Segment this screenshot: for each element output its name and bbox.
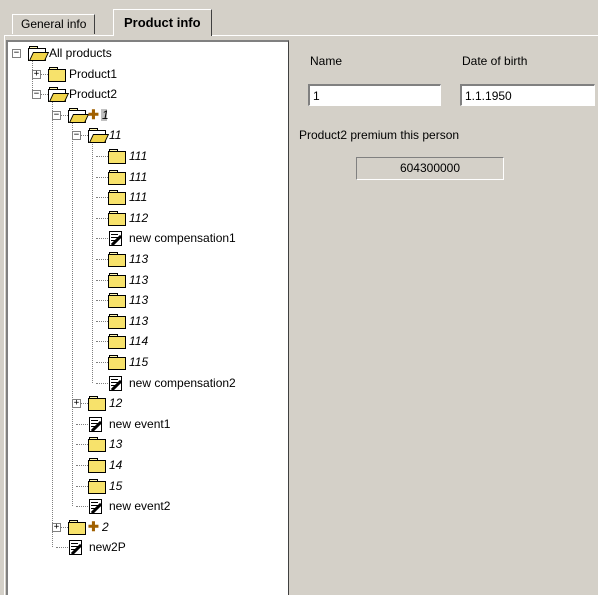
tree-node-label[interactable]: All products xyxy=(49,46,112,60)
tree-node-label[interactable]: 111 xyxy=(129,190,147,204)
tree-node-label[interactable]: new2P xyxy=(89,540,126,554)
expand-button[interactable]: + xyxy=(72,399,81,409)
edit-document-icon xyxy=(108,230,124,247)
edit-document-icon xyxy=(88,498,104,515)
folder-icon xyxy=(108,333,126,350)
edit-document-icon xyxy=(68,539,84,556)
premium-label: Product2 premium this person xyxy=(299,128,460,142)
folder-icon xyxy=(88,478,106,494)
tree-node-label[interactable]: new compensation2 xyxy=(129,376,236,390)
folder-icon xyxy=(88,457,106,473)
folder-icon xyxy=(68,519,86,535)
tree-node-label[interactable]: 11 xyxy=(109,128,121,142)
folder-icon xyxy=(108,148,126,164)
product-tree[interactable]: − All products + Product1− Product2− ✚ 1−11 111… xyxy=(6,40,289,595)
folder-icon xyxy=(108,210,126,226)
folder-icon xyxy=(88,436,106,453)
tree-node-label[interactable]: 12 xyxy=(109,396,122,410)
edit-document-icon xyxy=(88,416,104,432)
open-folder-icon xyxy=(48,86,70,103)
tree-connector xyxy=(96,197,108,199)
folder-icon xyxy=(108,189,126,206)
tree-connector xyxy=(76,465,88,466)
collapse-button[interactable]: − xyxy=(12,49,21,58)
tree-connector xyxy=(96,176,108,178)
folder-icon xyxy=(108,313,126,329)
tree-connector xyxy=(96,362,108,363)
tree-connector xyxy=(96,341,108,343)
tree-node-label[interactable]: 113 xyxy=(129,314,148,328)
tree-connector xyxy=(96,259,108,260)
date-of-birth-field[interactable] xyxy=(460,84,595,106)
tree-connector xyxy=(92,141,93,383)
date-of-birth-label: Date of birth xyxy=(462,54,528,68)
tree-connector xyxy=(96,279,108,281)
open-folder-icon xyxy=(68,107,90,123)
folder-icon xyxy=(88,395,106,412)
tree-node-label[interactable]: new compensation1 xyxy=(129,231,236,245)
tree-node-label[interactable]: new event1 xyxy=(109,417,170,431)
tree-node-label[interactable]: 111 xyxy=(129,149,147,163)
collapse-button[interactable]: − xyxy=(32,90,41,100)
tab-general-info[interactable]: General info xyxy=(12,14,96,34)
folder-icon xyxy=(108,354,126,370)
collapse-button[interactable]: − xyxy=(52,110,61,120)
tree-connector xyxy=(76,485,88,487)
tree-node-label[interactable]: 14 xyxy=(109,458,122,472)
tree-connector xyxy=(56,547,68,549)
tree-connector xyxy=(76,423,88,425)
tree-node-label[interactable]: 113 xyxy=(129,273,148,287)
expand-button[interactable]: + xyxy=(32,69,41,79)
open-folder-icon xyxy=(28,45,50,61)
tree-node-label[interactable]: 111 xyxy=(129,170,147,184)
tree-node-label[interactable]: 114 xyxy=(129,334,148,348)
tree-connector xyxy=(96,382,108,384)
tree-node-label[interactable]: Product1 xyxy=(69,67,117,81)
tree-connector xyxy=(76,444,88,446)
collapse-button[interactable]: − xyxy=(72,131,81,141)
product-plus-icon: ✚ xyxy=(88,518,99,534)
tree-connector xyxy=(96,300,108,302)
open-folder-icon xyxy=(88,127,110,144)
tree-connector xyxy=(96,238,108,240)
folder-icon xyxy=(108,251,126,267)
name-label: Name xyxy=(310,54,343,68)
tree-node-label[interactable]: 15 xyxy=(109,479,122,493)
tree-node-label[interactable]: 113 xyxy=(129,252,148,266)
tree-node-label[interactable]: 13 xyxy=(109,437,122,451)
tree-connector xyxy=(72,120,73,507)
folder-icon xyxy=(108,169,126,185)
tab-product-info[interactable]: Product info xyxy=(113,9,212,36)
product-plus-icon: ✚ xyxy=(88,106,99,122)
tree-node-label[interactable]: 112 xyxy=(129,211,148,225)
tree-node-label[interactable]: 115 xyxy=(129,355,148,369)
tree-node-label[interactable]: Product2 xyxy=(69,87,117,101)
tree-connector xyxy=(76,506,88,508)
tree-connector xyxy=(96,320,108,322)
folder-icon xyxy=(48,66,66,82)
folder-icon xyxy=(108,292,126,309)
premium-value: 604300000 xyxy=(356,157,504,180)
tree-node-label[interactable]: 113 xyxy=(129,293,148,307)
folder-icon xyxy=(108,272,126,288)
tree-node-label[interactable]: 1 xyxy=(102,108,109,122)
name-field[interactable] xyxy=(308,84,441,106)
expand-button[interactable]: + xyxy=(52,522,61,532)
tree-node-label[interactable]: 2 xyxy=(102,520,109,534)
tree-node-label[interactable]: new event2 xyxy=(109,499,170,513)
tree-connector xyxy=(96,156,108,157)
edit-document-icon xyxy=(108,375,124,391)
tree-connector xyxy=(96,217,108,219)
tree-connector xyxy=(52,100,53,548)
